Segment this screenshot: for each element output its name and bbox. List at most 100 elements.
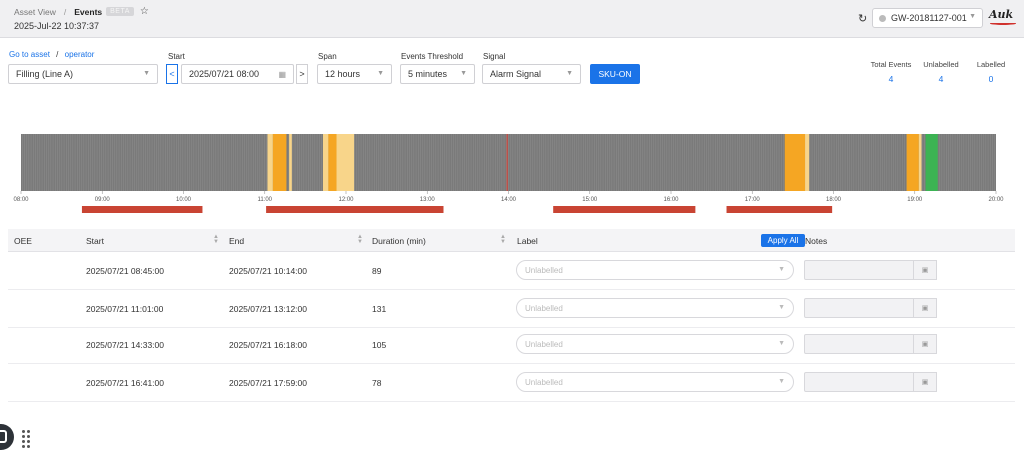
- table-row: 2025/07/21 16:41:00 2025/07/21 17:59:00 …: [8, 364, 1015, 402]
- row-duration: 131: [372, 304, 387, 314]
- stat-total-value[interactable]: 4: [866, 74, 916, 84]
- start-date-input[interactable]: 2025/07/21 08:00 ▦: [181, 64, 294, 84]
- sort-icon[interactable]: ▲ ▼: [357, 234, 363, 245]
- header-oee: OEE: [14, 236, 32, 246]
- header-notes: Notes: [805, 236, 828, 246]
- row-duration: 105: [372, 340, 387, 350]
- top-bar: Asset View / Events BETA ☆ 2025-Jul-22 1…: [0, 0, 1024, 38]
- timeline-tick-label: 11:00: [257, 197, 272, 203]
- span-select[interactable]: 12 hours ▼: [317, 64, 392, 84]
- asset-select-value: Filling (Line A): [16, 69, 74, 79]
- header-duration[interactable]: Duration (min): [372, 236, 426, 246]
- save-icon[interactable]: ▣: [913, 298, 937, 318]
- gateway-select[interactable]: GW-20181127-001 ▼: [872, 8, 983, 28]
- beta-badge: BETA: [106, 7, 134, 16]
- notes-input[interactable]: [804, 298, 914, 318]
- timeline-segment: [289, 134, 292, 191]
- label-select[interactable]: Unlabelled ▼: [516, 298, 794, 318]
- timeline-ticks: 08:00 09:00 10:00 11:00 12:00 13:00 14:00 15:00…: [13, 191, 1004, 203]
- label-select[interactable]: Unlabelled ▼: [516, 334, 794, 354]
- timeline-segment: [336, 134, 355, 191]
- sku-on-button[interactable]: SKU-ON: [590, 64, 640, 84]
- save-icon[interactable]: ▣: [913, 372, 937, 392]
- logo: Auk: [989, 8, 1014, 21]
- timeline-segment: [272, 134, 287, 191]
- event-timeline[interactable]: 08:00 09:00 10:00 11:00 12:00 13:00 14:00 15:00…: [0, 128, 1024, 218]
- next-button[interactable]: >: [296, 64, 308, 84]
- asset-select[interactable]: Filling (Line A) ▼: [8, 64, 158, 84]
- go-to-asset-link[interactable]: Go to asset: [9, 50, 50, 59]
- stat-unlabelled-value[interactable]: 4: [918, 74, 964, 84]
- signal-select[interactable]: Alarm Signal ▼: [482, 64, 581, 84]
- timeline-segment: [918, 134, 922, 191]
- chevron-down-icon: ▼: [778, 340, 785, 347]
- notes-input[interactable]: [804, 260, 914, 280]
- timeline-segment: [322, 134, 329, 191]
- stat-labelled-label: Labelled: [976, 60, 1006, 69]
- refresh-icon[interactable]: ↻: [858, 12, 867, 25]
- breadcrumb-asset-view[interactable]: Asset View: [14, 7, 56, 17]
- events-table-header: OEE Start ▲ ▼ End ▲ ▼ Duration (min) ▲ ▼ La…: [8, 229, 1015, 252]
- table-row: 2025/07/21 14:33:00 2025/07/21 16:18:00 …: [8, 326, 1015, 364]
- timeline-event-bar: [81, 206, 203, 213]
- label-placeholder: Unlabelled: [525, 339, 563, 349]
- row-duration: 89: [372, 266, 382, 276]
- chat-icon: [0, 430, 7, 443]
- drag-handle-icon[interactable]: [22, 430, 30, 448]
- save-icon[interactable]: ▣: [913, 260, 937, 280]
- timeline-base: [21, 134, 996, 191]
- timeline-event-bar: [553, 206, 696, 213]
- sort-icon[interactable]: ▲ ▼: [500, 234, 506, 245]
- table-row: 2025/07/21 08:45:00 2025/07/21 10:14:00 …: [8, 252, 1015, 290]
- star-icon[interactable]: ☆: [140, 6, 149, 17]
- header-start[interactable]: Start: [86, 236, 104, 246]
- row-end: 2025/07/21 16:18:00: [229, 340, 307, 350]
- breadcrumb-separator: /: [63, 6, 67, 17]
- gateway-value: GW-20181127-001: [891, 13, 967, 23]
- stat-labelled-value[interactable]: 0: [968, 74, 1014, 84]
- timeline-segment: [906, 134, 919, 191]
- sort-icon[interactable]: ▲ ▼: [213, 234, 219, 245]
- timeline-segment: [925, 134, 938, 191]
- threshold-select-value: 5 minutes: [408, 69, 448, 79]
- label-placeholder: Unlabelled: [525, 265, 563, 275]
- asset-separator: /: [56, 50, 59, 59]
- notes-input[interactable]: [804, 334, 914, 354]
- row-duration: 78: [372, 378, 382, 388]
- logo-swoosh: [990, 22, 1016, 25]
- save-icon[interactable]: ▣: [913, 334, 937, 354]
- timeline-tick-label: 08:00: [13, 197, 29, 203]
- chevron-down-icon: ▼: [566, 70, 573, 77]
- header-label: Label: [517, 236, 538, 246]
- chevron-down-icon: ▼: [460, 70, 467, 77]
- label-placeholder: Unlabelled: [525, 377, 563, 387]
- span-select-value: 12 hours: [325, 69, 361, 79]
- timeline-segment: [267, 134, 273, 191]
- operator-link[interactable]: operator: [65, 50, 95, 59]
- stat-total-label: Total Events: [870, 60, 912, 69]
- apply-all-button[interactable]: Apply All: [761, 234, 805, 247]
- timeline-tick-label: 15:00: [582, 197, 598, 203]
- stat-unlabelled: Unlabelled 4: [918, 60, 964, 84]
- status-dot: [879, 14, 886, 22]
- timeline-tick-label: 18:00: [826, 197, 842, 203]
- label-select[interactable]: Unlabelled ▼: [516, 372, 794, 392]
- chevron-down-icon: ▼: [143, 70, 150, 77]
- timeline-segment: [328, 134, 337, 191]
- span-label: Span: [318, 52, 337, 61]
- timeline-tick-label: 17:00: [745, 197, 761, 203]
- timeline-event-bar: [726, 206, 833, 213]
- header-end[interactable]: End: [229, 236, 244, 246]
- threshold-select[interactable]: 5 minutes ▼: [400, 64, 475, 84]
- notes-input[interactable]: [804, 372, 914, 392]
- row-end: 2025/07/21 17:59:00: [229, 378, 307, 388]
- stat-unlabelled-label: Unlabelled: [923, 60, 959, 69]
- breadcrumb-events: Events: [74, 6, 103, 17]
- timeline-tick-label: 12:00: [338, 197, 354, 203]
- calendar-icon: ▦: [278, 70, 286, 79]
- prev-button[interactable]: <: [166, 64, 178, 84]
- threshold-label: Events Threshold: [401, 52, 464, 61]
- stat-labelled: Labelled 0: [968, 60, 1014, 84]
- chevron-down-icon: ▼: [778, 378, 785, 385]
- label-select[interactable]: Unlabelled ▼: [516, 260, 794, 280]
